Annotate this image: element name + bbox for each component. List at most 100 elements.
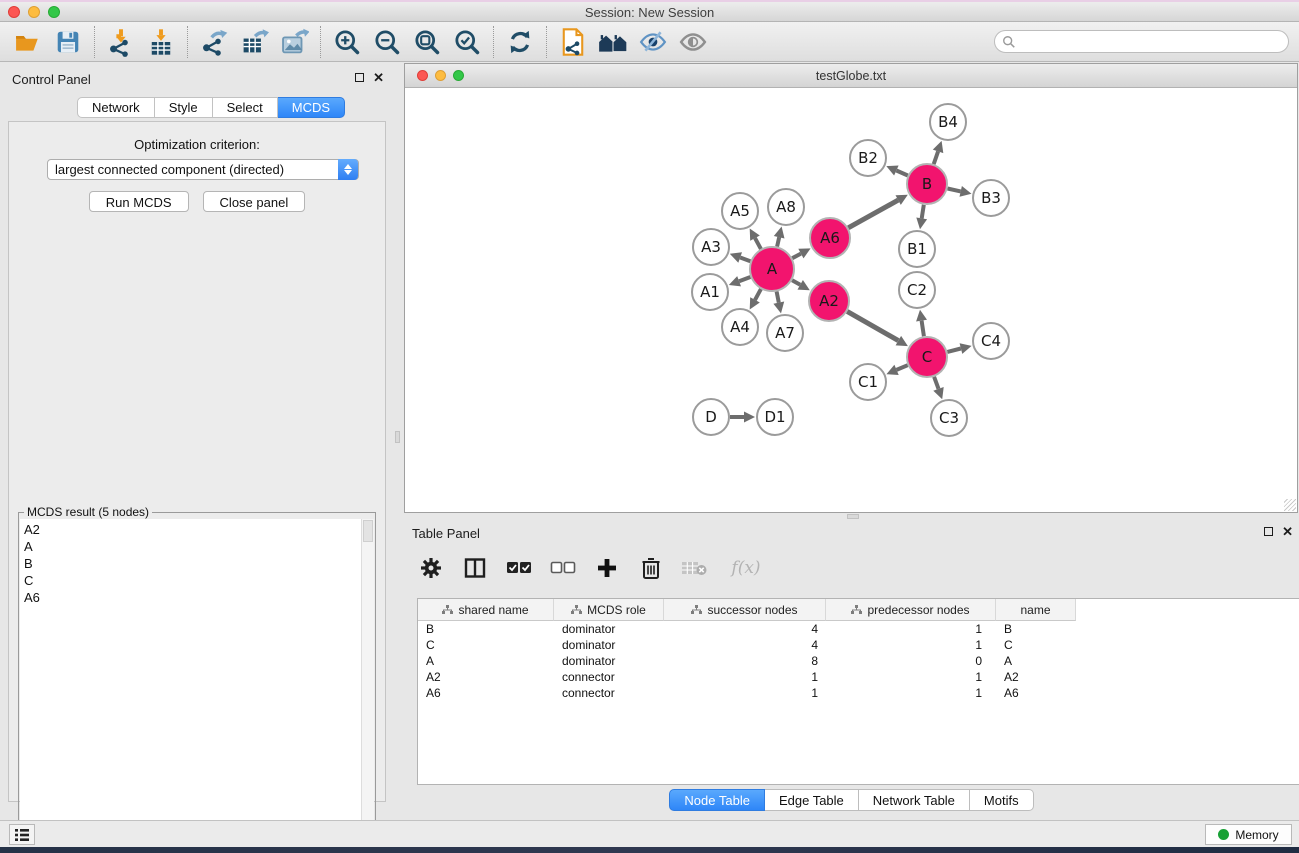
memory-button[interactable]: Memory (1205, 824, 1292, 845)
tab-style[interactable]: Style (155, 97, 213, 118)
graph-node-B3[interactable]: B3 (973, 180, 1009, 216)
result-list-item[interactable]: A6 (24, 589, 361, 606)
delete-column-button[interactable] (636, 552, 666, 584)
table-cell[interactable]: dominator (554, 621, 664, 637)
float-panel-icon[interactable] (1264, 527, 1273, 536)
delete-table-button[interactable] (680, 552, 710, 584)
table-row[interactable]: A2connector11A2 (418, 669, 1299, 685)
graph-node-C2[interactable]: C2 (899, 272, 935, 308)
tab-node-table[interactable]: Node Table (669, 789, 765, 811)
task-history-button[interactable] (9, 824, 35, 845)
table-row[interactable]: Adominator80A (418, 653, 1299, 669)
graph-edge-A-A4[interactable] (750, 289, 761, 309)
column-header-name[interactable]: name (996, 599, 1076, 621)
refresh-view-button[interactable] (500, 25, 540, 59)
table-cell[interactable]: A2 (996, 669, 1076, 685)
panel-divider-gripper[interactable] (847, 514, 859, 519)
zoom-in-button[interactable] (327, 25, 367, 59)
graph-edge-B-B1[interactable] (916, 205, 927, 229)
search-input[interactable] (1016, 33, 1288, 51)
graph-edge-B-B3[interactable] (948, 186, 972, 197)
table-settings-button[interactable] (416, 552, 446, 584)
column-header-shared-name[interactable]: shared name (418, 599, 554, 621)
graph-node-A[interactable]: A (750, 247, 794, 291)
table-cell[interactable]: A6 (996, 685, 1076, 701)
graph-node-A3[interactable]: A3 (693, 229, 729, 265)
graph-edge-C-C4[interactable] (947, 343, 971, 354)
table-cell[interactable]: 4 (664, 621, 826, 637)
graph-node-A6[interactable]: A6 (810, 218, 850, 258)
function-builder-button[interactable]: f(x) (724, 552, 768, 584)
tab-select[interactable]: Select (213, 97, 278, 118)
table-cell[interactable]: 1 (826, 685, 996, 701)
graph-node-A8[interactable]: A8 (768, 189, 804, 225)
table-row[interactable]: Bdominator41B (418, 621, 1299, 637)
graph-edge-A-A1[interactable] (729, 276, 751, 286)
split-columns-button[interactable] (460, 552, 490, 584)
window-resize-grip[interactable] (1284, 499, 1296, 511)
table-cell[interactable]: connector (554, 685, 664, 701)
graph-node-D1[interactable]: D1 (757, 399, 793, 435)
close-panel-icon[interactable]: ✕ (373, 72, 384, 83)
graph-node-B[interactable]: B (907, 164, 947, 204)
table-cell[interactable]: B (996, 621, 1076, 637)
graph-node-B4[interactable]: B4 (930, 104, 966, 140)
tab-mcds[interactable]: MCDS (278, 97, 345, 118)
graph-edge-C-C3[interactable] (933, 377, 943, 399)
result-list-item[interactable]: A2 (24, 521, 361, 538)
graph-node-B1[interactable]: B1 (899, 231, 935, 267)
result-list-item[interactable]: A (24, 538, 361, 555)
graph-node-C1[interactable]: C1 (850, 364, 886, 400)
table-cell[interactable]: 8 (664, 653, 826, 669)
graph-node-C3[interactable]: C3 (931, 400, 967, 436)
table-cell[interactable]: 1 (826, 637, 996, 653)
run-mcds-button[interactable]: Run MCDS (89, 191, 189, 212)
table-cell[interactable]: 1 (664, 685, 826, 701)
network-close-button[interactable] (417, 70, 428, 81)
graph-node-A2[interactable]: A2 (809, 281, 849, 321)
graph-node-A1[interactable]: A1 (692, 274, 728, 310)
table-cell[interactable]: B (418, 621, 554, 637)
tab-edge-table[interactable]: Edge Table (765, 789, 859, 811)
graph-node-B2[interactable]: B2 (850, 140, 886, 176)
zoom-out-button[interactable] (367, 25, 407, 59)
hide-graphics-details-button[interactable] (633, 25, 673, 59)
graph-edge-A2-C[interactable] (847, 311, 908, 346)
close-panel-icon[interactable]: ✕ (1282, 526, 1293, 537)
table-cell[interactable]: 1 (826, 621, 996, 637)
graph-node-A7[interactable]: A7 (767, 315, 803, 351)
show-all-networks-button[interactable] (593, 25, 633, 59)
graph-node-A4[interactable]: A4 (722, 309, 758, 345)
result-list-item[interactable]: C (24, 572, 361, 589)
table-cell[interactable]: A2 (418, 669, 554, 685)
table-cell[interactable]: 1 (826, 669, 996, 685)
import-table-button[interactable] (141, 25, 181, 59)
export-table-button[interactable] (234, 25, 274, 59)
graph-node-C4[interactable]: C4 (973, 323, 1009, 359)
export-network-button[interactable] (194, 25, 234, 59)
result-scrollbar[interactable] (361, 519, 374, 850)
column-header-successor-nodes[interactable]: successor nodes (664, 599, 826, 621)
graph-node-C[interactable]: C (907, 337, 947, 377)
graph-node-A5[interactable]: A5 (722, 193, 758, 229)
deselect-all-button[interactable] (548, 552, 578, 584)
graph-edge-B-B4[interactable] (933, 141, 944, 164)
panel-divider-gripper[interactable] (395, 431, 400, 443)
graph-edge-A6-B[interactable] (848, 195, 908, 228)
graph-edge-A-A5[interactable] (750, 229, 761, 249)
network-minimize-button[interactable] (435, 70, 446, 81)
table-cell[interactable]: 1 (664, 669, 826, 685)
close-panel-button[interactable]: Close panel (203, 191, 306, 212)
graph-edge-A-A8[interactable] (774, 227, 785, 247)
table-cell[interactable]: A (996, 653, 1076, 669)
graph-edge-A-A6[interactable] (792, 248, 810, 258)
network-zoom-button[interactable] (453, 70, 464, 81)
zoom-selected-button[interactable] (447, 25, 487, 59)
export-image-button[interactable] (274, 25, 314, 59)
graph-node-D[interactable]: D (693, 399, 729, 435)
new-network-from-file-button[interactable] (553, 25, 593, 59)
table-cell[interactable]: A6 (418, 685, 554, 701)
graph-edge-C-C2[interactable] (916, 310, 927, 336)
add-column-button[interactable] (592, 552, 622, 584)
table-cell[interactable]: connector (554, 669, 664, 685)
